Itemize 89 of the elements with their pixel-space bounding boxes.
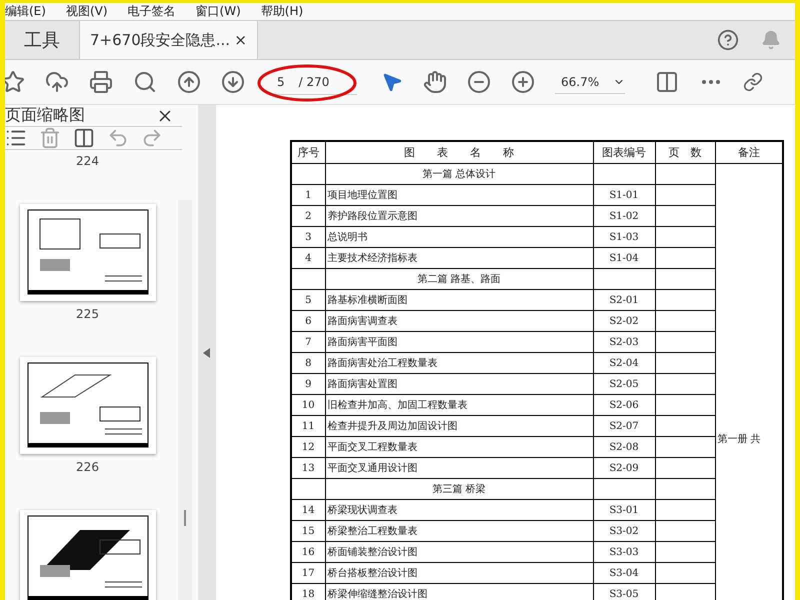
- table-cell: S3-02: [593, 520, 655, 542]
- table-cell: S3-04: [593, 562, 655, 584]
- table-cell: 主要技术经济指标表: [325, 248, 593, 268]
- table-cell: S2-09: [593, 458, 655, 478]
- table-cell: 桥梁现状调查表: [325, 500, 593, 520]
- panel-title: 页面缩略图: [5, 105, 85, 126]
- page-thumbnail[interactable]: [20, 204, 156, 301]
- table-cell: 路面病害处置图: [325, 374, 593, 394]
- table-cell: 11: [291, 416, 325, 436]
- table-cell: S2-03: [593, 332, 655, 352]
- table-cell: 6: [291, 310, 325, 332]
- table-cell: S2-02: [593, 310, 655, 332]
- table-cell: 第三篇 桥梁: [325, 478, 593, 500]
- column-header: 图表编号: [593, 141, 655, 164]
- table-cell: 平面交叉通用设计图: [325, 458, 593, 478]
- table-cell: 8: [291, 352, 325, 374]
- page-label: 224: [76, 154, 99, 170]
- table-cell: 路面病害平面图: [325, 332, 593, 352]
- upload-icon[interactable]: [45, 70, 69, 94]
- search-icon[interactable]: [133, 70, 157, 94]
- table-cell: S2-05: [593, 374, 655, 394]
- table-cell: 9: [291, 374, 325, 394]
- close-icon[interactable]: ×: [234, 31, 247, 49]
- table-cell: 3: [291, 226, 325, 248]
- table-cell: 2: [291, 206, 325, 226]
- page-thumbnail[interactable]: [20, 510, 156, 600]
- table-cell: 4: [291, 248, 325, 268]
- menu-item[interactable]: 编辑(E): [5, 3, 46, 20]
- table-cell: 5: [291, 290, 325, 310]
- table-cell: 项目地理位置图: [325, 184, 593, 206]
- table-cell: 平面交叉工程数量表: [325, 436, 593, 458]
- table-cell: 旧检查井加高、加固工程数量表: [325, 394, 593, 416]
- table-cell: 12: [291, 436, 325, 458]
- table-cell: 桥梁整治工程数量表: [325, 520, 593, 542]
- page-label: 226: [76, 460, 99, 476]
- table-cell: 检查井提升及周边加固设计图: [325, 416, 593, 436]
- table-cell: S1-02: [593, 206, 655, 226]
- table-cell: S1-03: [593, 226, 655, 248]
- zoom-out-icon[interactable]: [467, 70, 491, 94]
- page-number-field[interactable]: 5: [277, 74, 285, 88]
- page-label: 225: [76, 307, 99, 323]
- table-cell: 1: [291, 184, 325, 206]
- table-cell: S2-08: [593, 436, 655, 458]
- table-cell: S2-07: [593, 416, 655, 436]
- page-fit-icon[interactable]: [655, 70, 679, 94]
- scrollbar[interactable]: [178, 200, 192, 600]
- column-header: 图 表 名 称: [325, 141, 593, 164]
- menu-item[interactable]: 窗口(W): [196, 3, 241, 20]
- table-cell: 16: [291, 542, 325, 562]
- table-cell: 养护路段位置示意图: [325, 206, 593, 226]
- table-cell: S1-04: [593, 248, 655, 268]
- menu-item[interactable]: 电子签名: [128, 3, 176, 20]
- help-icon[interactable]: [717, 29, 739, 51]
- star-icon[interactable]: [5, 70, 25, 94]
- table-cell: 路面病害处治工程数量表: [325, 352, 593, 374]
- table-cell: 桥台搭板整治设计图: [325, 562, 593, 584]
- tab[interactable]: 7+670段安全隐患... ×: [80, 21, 258, 59]
- table-cell: S2-01: [593, 290, 655, 310]
- table-cell: 桥面铺装整治设计图: [325, 542, 593, 562]
- table-cell: 15: [291, 520, 325, 542]
- column-header: 页 数: [655, 141, 715, 164]
- table-cell: S3-01: [593, 500, 655, 520]
- print-icon[interactable]: [89, 70, 113, 94]
- collapse-arrow-icon[interactable]: [203, 348, 211, 358]
- menu-item[interactable]: 帮助(H): [260, 3, 304, 20]
- column-header: 序号: [291, 141, 325, 164]
- table-cell: S2-06: [593, 394, 655, 416]
- table-cell: 7: [291, 332, 325, 352]
- table-cell: 17: [291, 562, 325, 584]
- zoom-in-icon[interactable]: [511, 70, 535, 94]
- table-cell: 路基标准横断面图: [325, 290, 593, 310]
- table-cell: 第二篇 路基、路面: [325, 268, 593, 290]
- table-cell: S1-01: [593, 184, 655, 206]
- table-cell: 总说明书: [325, 226, 593, 248]
- zoom-dropdown[interactable]: 66.7%: [555, 70, 625, 94]
- hand-icon[interactable]: [423, 70, 447, 94]
- table-cell: 桥梁伸缩缝整治设计图: [325, 584, 593, 600]
- page-total: / 270: [298, 74, 330, 88]
- pointer-icon[interactable]: [381, 71, 403, 93]
- table-cell: 路面病害调查表: [325, 310, 593, 332]
- page-thumbnail[interactable]: [20, 357, 156, 454]
- table-cell: 13: [291, 458, 325, 478]
- menu-item[interactable]: 视图(V): [66, 3, 108, 20]
- table-cell: S3-03: [593, 542, 655, 562]
- table-cell: 10: [291, 394, 325, 416]
- table-cell: 14: [291, 500, 325, 520]
- table-cell: S2-04: [593, 352, 655, 374]
- table-cell: 第一篇 总体设计: [325, 164, 593, 184]
- link-icon[interactable]: [743, 72, 763, 92]
